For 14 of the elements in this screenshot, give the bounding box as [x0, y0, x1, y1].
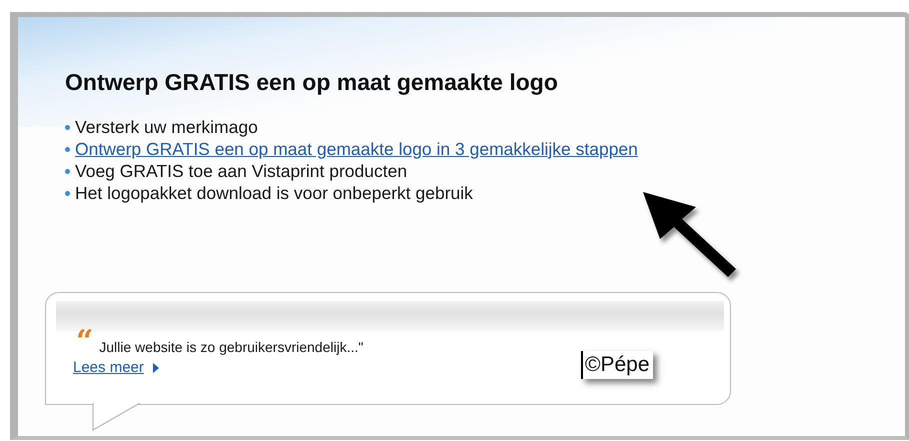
bullet-icon — [65, 124, 70, 130]
feature-text: Het logopakket download is voor onbeperkt gebruik — [75, 182, 473, 204]
caret-icon — [152, 362, 159, 372]
bullet-icon — [65, 190, 70, 196]
feature-text: Versterk uw merkimago — [75, 116, 258, 138]
testimonial-quote: Jullie website is zo gebruikersvriendelijk..." — [99, 338, 364, 355]
heading: Ontwerp GRATIS een op maat gemaakte logo — [65, 69, 559, 96]
quote-mark: “ — [76, 327, 94, 357]
read-more-link[interactable]: Lees meer — [73, 359, 144, 376]
feature-text: Voeg GRATIS toe aan Vistaprint producten — [75, 160, 408, 182]
bullet-icon — [65, 146, 70, 152]
feature-link[interactable]: Ontwerp GRATIS een op maat gemaakte logo in 3 gemakkelijke stappen — [75, 138, 638, 160]
bullet-icon — [65, 168, 70, 174]
copyright-label: ©Pépe — [581, 351, 653, 379]
